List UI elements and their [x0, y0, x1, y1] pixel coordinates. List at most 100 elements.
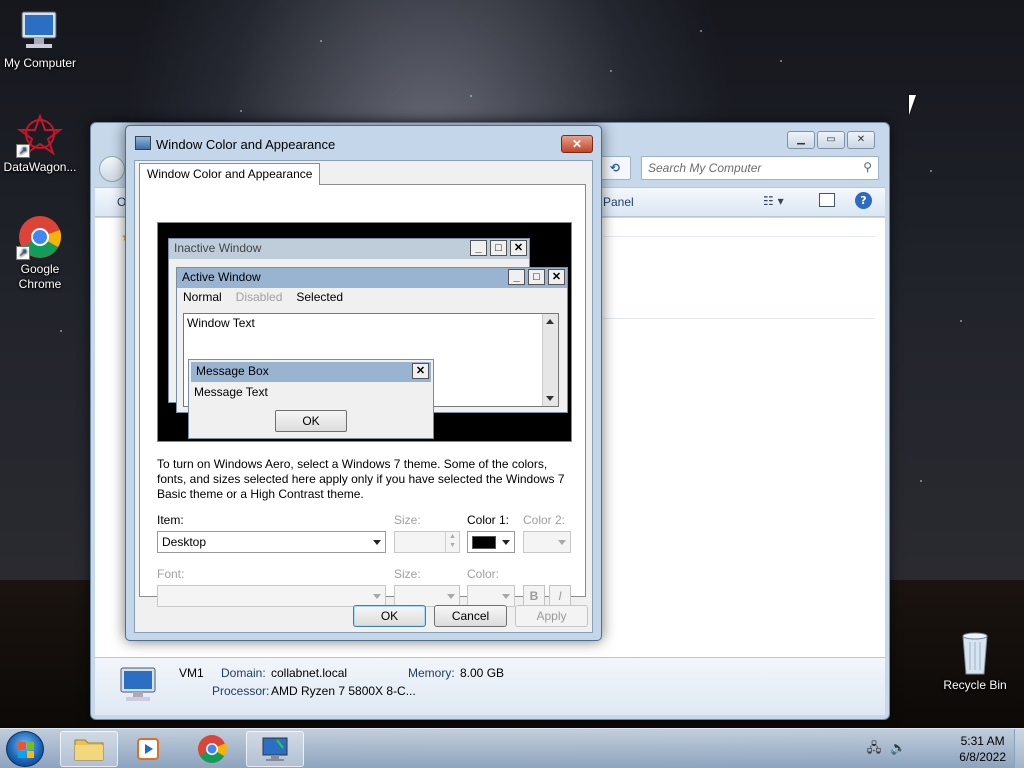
maximize-icon: □ [528, 269, 545, 285]
details-pane: VM1 Domain: collabnet.local Memory: 8.00… [95, 657, 885, 715]
toolbar-control-panel-link[interactable]: Panel [603, 195, 634, 209]
help-icon[interactable]: ? [855, 192, 872, 209]
color2-picker[interactable] [523, 531, 571, 553]
chevron-down-icon [502, 540, 510, 545]
cancel-button[interactable]: Cancel [434, 605, 507, 627]
maximize-button[interactable]: ▭ [817, 131, 845, 149]
font-size-label: Size: [394, 567, 421, 581]
mouse-pointer-icon [909, 95, 923, 115]
color2-label: Color 2: [523, 513, 566, 527]
ok-button[interactable]: OK [353, 605, 426, 627]
apply-button[interactable]: Apply [515, 605, 588, 627]
inactive-window-title: Inactive Window [174, 241, 262, 255]
media-player-icon [137, 738, 159, 760]
preview-scrollbar [542, 314, 558, 406]
preview-pane-icon[interactable] [819, 193, 835, 207]
preview-menu-bar: Normal Disabled Selected [177, 288, 567, 308]
dialog-client-area: Window Color and Appearance Inactive Win… [134, 160, 593, 633]
menu-disabled: Disabled [235, 290, 283, 304]
preview-ok-button: OK [275, 410, 347, 432]
show-desktop-button[interactable] [1014, 729, 1024, 768]
taskbar-chrome-button[interactable] [183, 731, 241, 767]
menu-normal: Normal [183, 290, 222, 304]
chevron-down-icon [373, 540, 381, 545]
font-label: Font: [157, 567, 185, 581]
font-select[interactable] [157, 585, 386, 607]
close-icon: ✕ [510, 240, 527, 256]
size-spinner[interactable]: ▲ ▼ [394, 531, 460, 553]
italic-button[interactable]: I [549, 585, 571, 607]
scroll-down-arrow-icon [546, 396, 554, 401]
close-icon: ✕ [548, 269, 565, 285]
desktop-icon-recycle-bin[interactable]: Recycle Bin [935, 630, 1015, 693]
menu-selected: Selected [296, 290, 344, 304]
bold-button[interactable]: B [523, 585, 545, 607]
font-color-picker[interactable] [467, 585, 515, 607]
computer-icon [16, 8, 64, 54]
desktop-icon-label: Recycle Bin [943, 678, 1007, 692]
aero-description-text: To turn on Windows Aero, select a Window… [157, 457, 565, 501]
memory-label: Memory: [408, 666, 455, 680]
desktop-icon-label: DataWagon... [3, 160, 77, 174]
domain-value: collabnet.local [271, 666, 348, 680]
search-input[interactable]: Search My Computer ⚲ [641, 156, 879, 180]
tab-window-color-appearance[interactable]: Window Color and Appearance [139, 163, 321, 185]
desktop-icon-google-chrome[interactable]: ↗ Google Chrome [0, 214, 80, 292]
desktop-icon-datawagon[interactable]: ↗ DataWagon... [0, 112, 80, 175]
desktop-icon-my-computer[interactable]: My Computer [0, 8, 80, 71]
close-button[interactable]: ✕ [847, 131, 875, 149]
datawagon-logo-icon: ↗ [16, 112, 64, 158]
taskbar-media-player-button[interactable] [120, 731, 178, 767]
preview-message-box: Message Box ✕ Message Text OK [188, 359, 434, 439]
windows-logo-icon [18, 742, 34, 758]
item-select-value: Desktop [162, 535, 207, 549]
view-options-icon[interactable]: ☷ ▾ [763, 194, 784, 208]
font-size-select[interactable] [394, 585, 460, 607]
desktop-icon-label: My Computer [3, 56, 77, 70]
back-button[interactable] [99, 156, 125, 182]
spinner-arrows-icon: ▲ ▼ [445, 532, 459, 552]
processor-value: AMD Ryzen 7 5800X 8-C... [271, 684, 416, 698]
clock-date: 6/8/2022 [959, 750, 1006, 764]
minimize-icon: _ [470, 240, 487, 256]
folder-icon [74, 739, 104, 761]
computer-name: VM1 [179, 666, 204, 680]
maximize-icon: □ [490, 240, 507, 256]
minimize-button[interactable]: ▁ [787, 131, 815, 149]
shortcut-arrow-icon: ↗ [16, 144, 30, 158]
recycle-bin-icon [951, 630, 999, 676]
system-clock[interactable]: 5:31 AM 6/8/2022 [959, 733, 1006, 765]
network-icon[interactable]: 🖧 [866, 741, 882, 757]
chevron-down-icon [558, 540, 566, 545]
divider [603, 236, 875, 237]
taskbar-display-settings-button[interactable] [246, 731, 304, 767]
domain-label: Domain: [221, 666, 266, 680]
shortcut-arrow-icon: ↗ [16, 246, 30, 260]
color1-picker[interactable] [467, 531, 515, 553]
search-icon: ⚲ [863, 160, 872, 174]
volume-icon[interactable]: 🔈 [890, 741, 906, 757]
clock-time: 5:31 AM [960, 734, 1005, 748]
appearance-preview[interactable]: Inactive Window _ □ ✕ Active Window _ □ … [157, 222, 572, 442]
color1-swatch [472, 536, 496, 549]
taskbar-explorer-button[interactable] [60, 731, 118, 767]
chrome-icon [198, 735, 227, 763]
display-settings-icon [135, 136, 151, 150]
processor-label: Processor: [212, 684, 270, 698]
dialog-title: Window Color and Appearance [156, 137, 336, 152]
start-button[interactable] [6, 731, 44, 767]
tab-panel: Inactive Window _ □ ✕ Active Window _ □ … [139, 184, 586, 607]
item-select[interactable]: Desktop [157, 531, 386, 553]
message-text: Message Text [194, 385, 268, 399]
window-text: Window Text [187, 316, 255, 330]
chrome-icon: ↗ [16, 214, 64, 260]
window-controls: ▁ ▭ ✕ [787, 131, 875, 149]
size-label: Size: [394, 513, 421, 527]
chevron-down-icon [502, 594, 510, 599]
refresh-button[interactable]: ⟲ [599, 156, 631, 180]
scroll-up-arrow-icon [546, 319, 554, 324]
dialog-close-button[interactable]: ✕ [561, 135, 593, 153]
window-color-appearance-dialog[interactable]: Window Color and Appearance ✕ Window Col… [125, 125, 602, 641]
color1-label: Color 1: [467, 513, 510, 527]
close-icon: ✕ [412, 363, 429, 379]
